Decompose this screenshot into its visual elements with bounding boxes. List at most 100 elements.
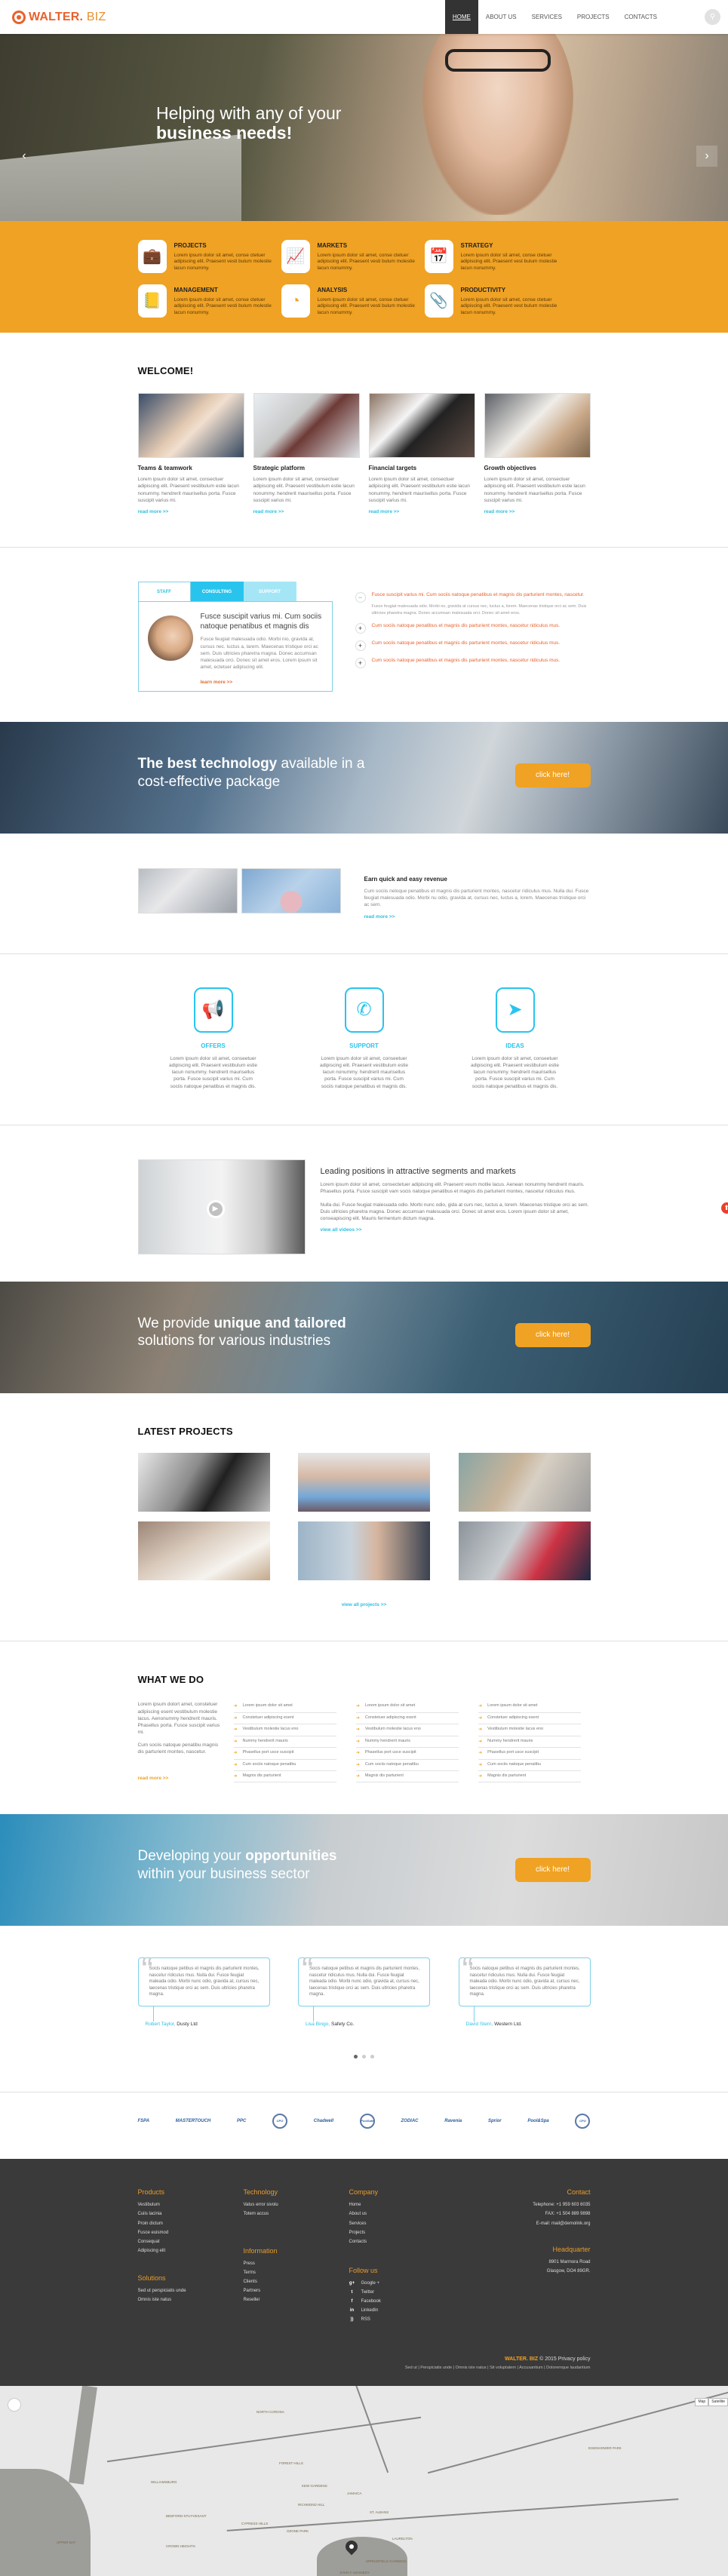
accordion-question[interactable]: Cum sociis natoque penatibus et magnis d…	[372, 640, 561, 647]
map-type-satellite[interactable]: Satellite	[708, 2398, 728, 2406]
nav-contacts[interactable]: CONTACTS	[617, 0, 665, 34]
view-all-projects-link[interactable]: view all projects >>	[342, 1602, 387, 1607]
service-list-item[interactable]: Lorem ipsum dolor sit amet	[478, 1701, 581, 1712]
partner-logo[interactable]: Chadwell	[314, 2114, 333, 2129]
service-list-item[interactable]: Vestibulum molestie lacus eno	[478, 1724, 581, 1736]
nav-services[interactable]: SERVICES	[524, 0, 570, 34]
service-list-item[interactable]: Cum sociis natoque penatibu	[478, 1760, 581, 1771]
service-list-item[interactable]: Nummy hendrerit mauris	[478, 1736, 581, 1748]
social-link[interactable]: ))RSS	[349, 2317, 455, 2323]
minus-icon[interactable]: −	[355, 592, 366, 603]
welcome-card-image[interactable]	[253, 393, 360, 458]
search-button[interactable]: ⚲	[705, 9, 720, 25]
footer-bottom-links[interactable]: Sed ut | Perspiciatis unde | Omnis iste …	[138, 2366, 591, 2371]
footer-link[interactable]: Consequat	[138, 2239, 244, 2245]
tab-staff[interactable]: STAFF	[138, 582, 191, 601]
accordion-item[interactable]: + Cum sociis natoque penatibus et magnis …	[355, 658, 591, 668]
welcome-card-image[interactable]	[484, 393, 591, 458]
accordion-item[interactable]: −Fusce suscipit varius mi. Cum sociis na…	[355, 592, 591, 616]
footer-link[interactable]: Reseller	[244, 2297, 349, 2303]
service-list-item[interactable]: Nummy hendrerit mauris	[234, 1736, 336, 1748]
service-list-item[interactable]: Constetuer adipiscing esent	[234, 1713, 336, 1724]
service-list-item[interactable]: Phasellus port usce suscipit	[478, 1748, 581, 1759]
footer-link[interactable]: Partners	[244, 2288, 349, 2294]
slider-next-button[interactable]: ›	[696, 146, 717, 167]
social-link[interactable]: fFacebook	[349, 2298, 455, 2304]
service-list-item[interactable]: Nummy hendrerit mauris	[356, 1736, 459, 1748]
contact-email[interactable]: E-mail: mail@demolink.org	[455, 2221, 591, 2227]
partner-logo[interactable]: PoolSafe	[360, 2114, 375, 2129]
accordion-item[interactable]: + Cum sociis natoque penatibus et magnis …	[355, 640, 591, 651]
tab-consulting[interactable]: CONSULTING	[191, 582, 244, 601]
carousel-dot-2[interactable]	[362, 2055, 366, 2059]
play-button[interactable]: ▶	[207, 1200, 225, 1218]
plus-icon[interactable]: +	[355, 658, 366, 668]
learn-more-link[interactable]: learn more >>	[201, 680, 323, 686]
footer-link[interactable]: Fusce euismod	[138, 2230, 244, 2236]
footer-link[interactable]: Cuiis lacinia	[138, 2211, 244, 2217]
click-here-button[interactable]: click here!	[515, 763, 591, 788]
read-more-link[interactable]: read more >>	[369, 509, 475, 516]
service-list-item[interactable]: Phasellus port usce suscipit	[356, 1748, 459, 1759]
partner-logo[interactable]: ZODIAC	[401, 2114, 419, 2129]
accordion-question[interactable]: Cum sociis natoque penatibus et magnis d…	[372, 658, 561, 665]
footer-link[interactable]: Home	[349, 2202, 455, 2208]
project-thumbnail[interactable]	[298, 1521, 430, 1580]
partner-logo[interactable]: MASTERTOUCH	[176, 2114, 210, 2129]
plus-icon[interactable]: +	[355, 623, 366, 634]
click-here-button[interactable]: click here!	[515, 1323, 591, 1347]
read-more-link[interactable]: read more >>	[138, 509, 244, 516]
privacy-policy-link[interactable]: © 2015 Privacy policy	[538, 2356, 590, 2362]
footer-link[interactable]: Vestibulum	[138, 2202, 244, 2208]
accordion-question[interactable]: Cum sociis natoque penatibus et magnis d…	[372, 623, 561, 630]
partner-logo[interactable]: PPC	[237, 2114, 246, 2129]
footer-link[interactable]: Contacts	[349, 2239, 455, 2245]
social-link[interactable]: tTwitter	[349, 2289, 455, 2295]
read-more-link[interactable]: read more >>	[484, 509, 591, 516]
footer-link[interactable]: Terms	[244, 2270, 349, 2276]
carousel-dot-1[interactable]	[354, 2055, 358, 2059]
service-list-item[interactable]: Vestibulum molestie lacus eno	[234, 1724, 336, 1736]
partner-logo[interactable]: Sprior	[488, 2114, 502, 2129]
social-link[interactable]: inLinkedIn	[349, 2307, 455, 2313]
service-list-item[interactable]: Magnis dis parturient	[478, 1771, 581, 1782]
project-thumbnail[interactable]	[459, 1521, 591, 1580]
welcome-card-image[interactable]	[369, 393, 475, 458]
footer-link[interactable]: Clients	[244, 2279, 349, 2285]
map-pan-control[interactable]	[8, 2398, 21, 2412]
map-type-map[interactable]: Map	[695, 2398, 708, 2406]
footer-link[interactable]: Press	[244, 2261, 349, 2267]
footer-link[interactable]: Vatus error sivolu	[244, 2202, 349, 2208]
author-name[interactable]: Robert Taylor,	[146, 2022, 176, 2027]
partner-logo[interactable]: FSPA	[138, 2114, 150, 2129]
carousel-dot-3[interactable]	[370, 2055, 374, 2059]
accordion-question[interactable]: Fusce suscipit varius mi. Cum sociis nat…	[372, 592, 591, 599]
read-more-link[interactable]: read more >>	[253, 509, 360, 516]
partner-logo[interactable]: Ravenia	[444, 2114, 462, 2129]
nav-projects[interactable]: PROJECTS	[570, 0, 617, 34]
partner-logo[interactable]: Pool&Spa	[527, 2114, 548, 2129]
service-list-item[interactable]: Constetuer adipiscing esent	[478, 1713, 581, 1724]
nav-about-us[interactable]: ABOUT US	[478, 0, 524, 34]
project-thumbnail[interactable]	[138, 1453, 270, 1512]
nav-home[interactable]: HOME	[445, 0, 478, 34]
service-list-item[interactable]: Lorem ipsum dolor sit amet	[356, 1701, 459, 1712]
service-list-item[interactable]: Lorem ipsum dolor sit amet	[234, 1701, 336, 1712]
footer-link[interactable]: About us	[349, 2211, 455, 2217]
plus-icon[interactable]: +	[355, 640, 366, 651]
author-name[interactable]: Lisa Bingo,	[306, 2022, 330, 2027]
scroll-top-button-red[interactable]: ⬆	[721, 1202, 728, 1214]
slider-prev-button[interactable]: ‹	[14, 146, 35, 167]
footer-link[interactable]: Sed ut perspiciatis unde	[138, 2288, 244, 2294]
click-here-button[interactable]: click here!	[515, 1858, 591, 1882]
service-list-item[interactable]: Constetuer adipiscing esent	[356, 1713, 459, 1724]
partner-logo[interactable]: CPO	[575, 2114, 590, 2129]
welcome-card-image[interactable]	[138, 393, 244, 458]
project-thumbnail[interactable]	[138, 1521, 270, 1580]
what-we-do-read-more-link[interactable]: read more >>	[138, 1775, 223, 1782]
location-map[interactable]: NORTH CORONAFOREST HILLSJAMAICAKEW GARDE…	[0, 2386, 728, 2576]
footer-link[interactable]: Projects	[349, 2230, 455, 2236]
project-thumbnail[interactable]	[459, 1453, 591, 1512]
footer-link[interactable]: Omnis iste natus	[138, 2297, 244, 2303]
view-all-videos-link[interactable]: view all videos >>	[321, 1227, 591, 1234]
